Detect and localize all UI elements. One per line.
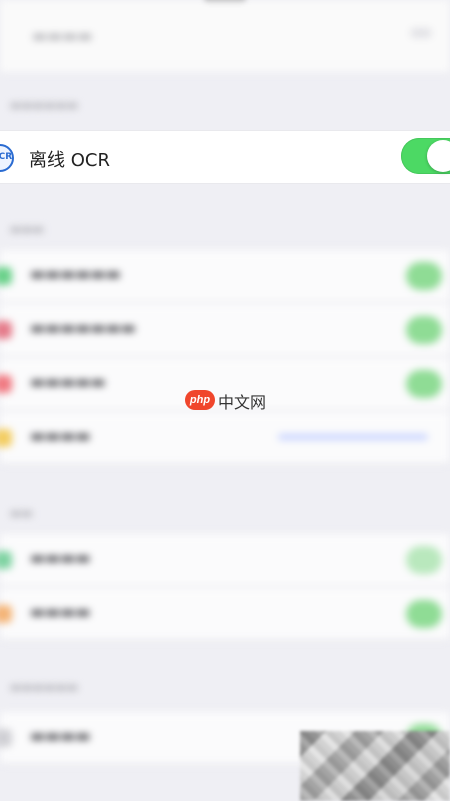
offline-ocr-label: 离线 OCR xyxy=(29,150,110,171)
watermark-php-pill: php xyxy=(185,390,215,410)
blurred-label: ▬▬▬▬ xyxy=(30,726,91,745)
setting-icon xyxy=(0,551,12,569)
setting-icon xyxy=(0,267,12,285)
toggle-switch-blurred xyxy=(406,262,442,290)
blurred-label: ▬▬▬▬▬▬▬ xyxy=(30,318,136,337)
blurred-label: ▬▬▬▬▬ xyxy=(30,372,106,391)
link-text-blurred xyxy=(278,434,428,440)
setting-icon xyxy=(0,429,12,447)
toggle-switch-blurred xyxy=(406,546,442,574)
blurred-label: ▬▬▬▬▬▬ xyxy=(30,264,121,283)
section-header-blurred: ▬▬▬ xyxy=(10,222,45,236)
toggle-knob xyxy=(427,140,450,172)
ocr-icon: OCR xyxy=(0,144,14,172)
setting-icon xyxy=(0,321,12,339)
section-header-blurred: ▬▬▬▬▬▬ xyxy=(10,98,79,112)
watermark-text: 中文网 xyxy=(218,393,267,412)
toggle-switch-blurred xyxy=(406,370,442,398)
settings-row-blurred: ▬▬▬▬ xyxy=(0,412,450,464)
settings-row-blurred: ▬▬▬▬ xyxy=(0,534,450,586)
setting-icon xyxy=(0,605,12,623)
blurred-label: ▬▬▬▬ xyxy=(30,602,91,621)
toggle-switch-blurred xyxy=(406,600,442,628)
pixelated-overlay xyxy=(300,731,450,801)
toggle-switch-blurred xyxy=(406,316,442,344)
section-header-blurred: ▬▬ xyxy=(10,506,33,520)
blurred-label: ▬▬▬▬ xyxy=(30,548,91,567)
settings-row-offline-ocr[interactable]: OCR 离线 OCR xyxy=(0,130,450,184)
settings-row-blurred: ▬▬▬▬ xyxy=(0,588,450,640)
blurred-label: ▬▬▬▬ xyxy=(30,426,91,445)
offline-ocr-toggle[interactable] xyxy=(401,138,450,174)
settings-row-blurred: ▬▬▬▬▬▬ xyxy=(0,250,450,302)
setting-icon xyxy=(0,375,12,393)
section-header-blurred: ▬▬▬▬▬▬ xyxy=(10,680,79,694)
setting-icon xyxy=(0,729,12,747)
settings-row-blurred: ▬▬▬▬▬▬▬ xyxy=(0,304,450,356)
ocr-icon-text: OCR xyxy=(0,152,13,162)
